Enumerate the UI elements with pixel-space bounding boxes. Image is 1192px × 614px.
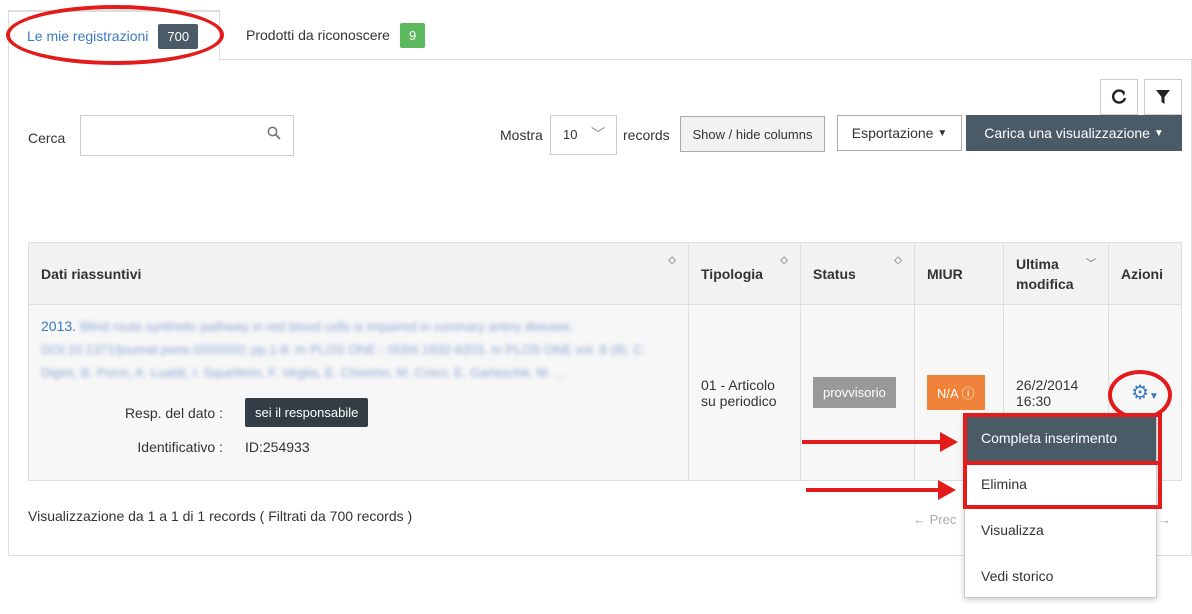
tab-bar: Le mie registrazioni 700 Prodotti da ric… [8, 0, 1192, 61]
col-header-tipologia[interactable]: Tipologia ◇ [688, 242, 801, 305]
menu-item-elimina[interactable]: Elimina [965, 461, 1156, 507]
count-badge: 700 [158, 23, 199, 49]
prev-page-link[interactable]: ← Prec [913, 512, 956, 527]
info-icon: ⓘ [961, 386, 975, 401]
sort-icon: ◇ [668, 255, 676, 266]
id-label: Identificativo : [137, 439, 223, 455]
col-header-azioni: Azioni [1108, 242, 1182, 305]
tab-prodotti-da-riconoscere[interactable]: Prodotti da riconoscere 9 [230, 10, 441, 60]
page-size-select[interactable]: 10 ﹀ [550, 115, 617, 155]
sort-icon: ◇ [894, 255, 902, 266]
show-hide-columns-button[interactable]: Show / hide columns [680, 116, 825, 152]
col-header-status[interactable]: Status ◇ [800, 242, 915, 305]
cell-status: provvisorio [800, 304, 915, 481]
load-view-button[interactable]: Carica una visualizzazione ▼ [966, 115, 1182, 151]
sort-desc-icon: ﹀ [1086, 259, 1096, 270]
annotation-arrow [802, 432, 958, 452]
chevron-down-icon: ﹀ [591, 126, 605, 142]
cell-summary: 2013. Blind route synthetic pathway in r… [28, 304, 689, 481]
sort-icon: ◇ [780, 255, 788, 266]
search-icon [267, 126, 281, 145]
pagination-info: Visualizzazione da 1 a 1 di 1 records ( … [28, 508, 413, 524]
export-label: Esportazione [851, 125, 934, 141]
search-input[interactable] [80, 115, 294, 156]
cell-tipologia: 01 - Articolo su periodico [688, 304, 801, 481]
id-value: ID:254933 [245, 439, 310, 455]
refresh-button[interactable] [1100, 79, 1138, 115]
col-header-dati[interactable]: Dati riassuntivi ◇ [28, 242, 689, 305]
load-view-label: Carica una visualizzazione [984, 125, 1150, 141]
annotation-circle [1108, 370, 1172, 420]
record-summary-link[interactable]: Blind route synthetic pathway in red blo… [41, 319, 647, 380]
filter-icon [1156, 90, 1170, 104]
show-hide-columns-label: Show / hide columns [692, 126, 813, 142]
record-year-link[interactable]: 2013. [41, 318, 76, 334]
caret-down-icon: ▼ [1153, 127, 1164, 139]
actions-dropdown-menu: Completa inserimento Elimina Visualizza … [964, 414, 1157, 598]
miur-badge[interactable]: N/A ⓘ [927, 375, 985, 410]
responsible-badge: sei il responsabile [245, 398, 369, 427]
tab-le-mie-registrazioni[interactable]: Le mie registrazioni 700 [8, 10, 220, 61]
tab-label: Le mie registrazioni [27, 28, 149, 44]
page-size-value: 10 [563, 127, 578, 142]
records-label: records [623, 127, 670, 143]
status-badge: provvisorio [813, 377, 896, 408]
caret-down-icon: ▼ [937, 127, 948, 139]
tab-label: Prodotti da riconoscere [246, 27, 390, 43]
col-header-miur[interactable]: MIUR [914, 242, 1004, 305]
filter-button[interactable] [1144, 79, 1182, 115]
count-badge: 9 [399, 22, 426, 48]
menu-item-completa-inserimento[interactable]: Completa inserimento [965, 415, 1156, 461]
refresh-icon [1112, 89, 1127, 104]
next-page-link[interactable]: → [1158, 512, 1171, 527]
resp-label: Resp. del dato : [124, 404, 223, 421]
menu-item-visualizza[interactable]: Visualizza [965, 507, 1156, 553]
export-button[interactable]: Esportazione ▼ [837, 115, 962, 151]
col-header-ultima-modifica[interactable]: Ultima modifica ﹀ [1003, 242, 1109, 305]
menu-item-vedi-storico[interactable]: Vedi storico [965, 553, 1156, 599]
annotation-arrow [806, 480, 956, 500]
search-label: Cerca [28, 130, 66, 146]
show-label: Mostra [500, 127, 543, 143]
